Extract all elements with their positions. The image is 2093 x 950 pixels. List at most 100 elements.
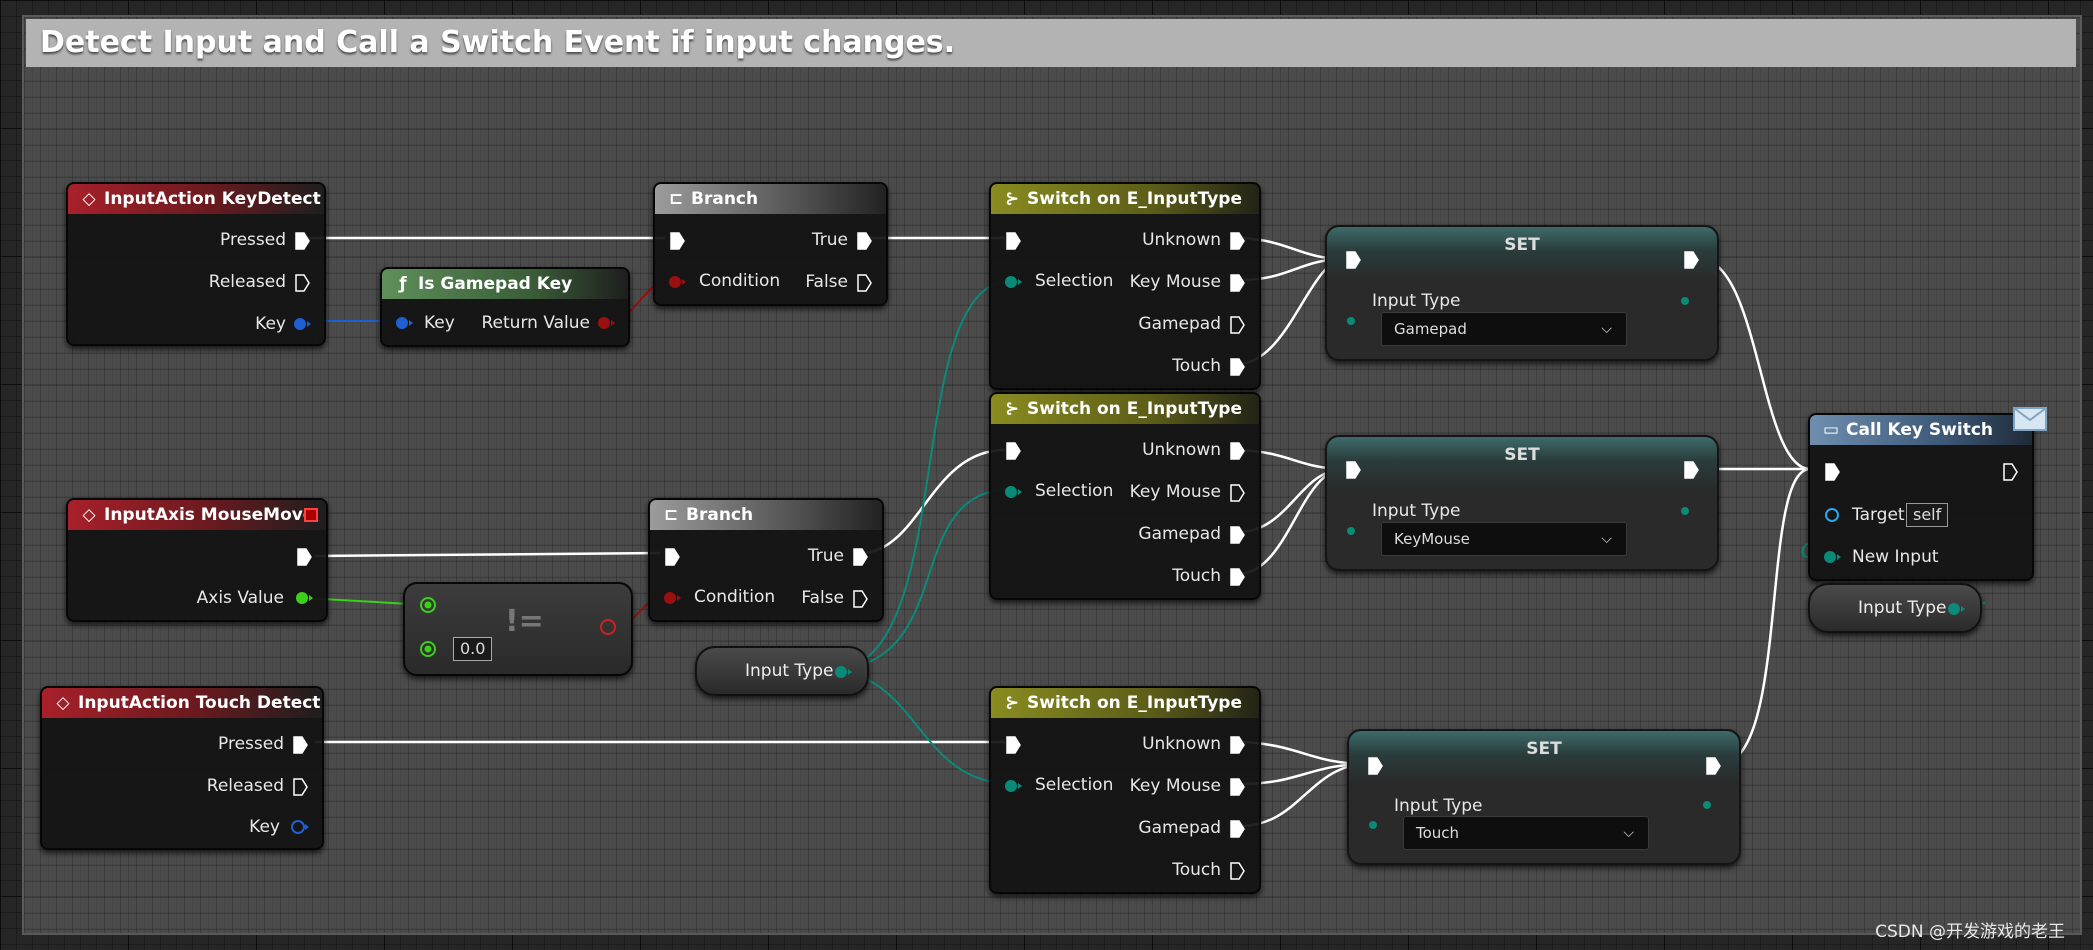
node-title: SET	[1504, 235, 1540, 255]
exec-out-pin-icon[interactable]	[1229, 274, 1245, 292]
exec-in-pin-icon[interactable]	[669, 232, 685, 250]
pin-label-pressed: Pressed	[220, 230, 286, 250]
bool-pin-icon[interactable]	[596, 315, 616, 331]
exec-out-pin-icon[interactable]	[856, 232, 872, 250]
struct-pin-icon[interactable]	[292, 316, 312, 332]
float-pin-icon[interactable]	[419, 596, 437, 614]
exec-in-pin-icon[interactable]	[1345, 251, 1361, 269]
node-title: SET	[1504, 445, 1540, 465]
exec-out-pin-icon[interactable]	[2002, 463, 2018, 481]
exec-out-pin-icon[interactable]	[1229, 484, 1245, 502]
pin-label-false: False	[805, 272, 848, 292]
chevron-down-icon: ⌵	[1601, 321, 1612, 337]
is-gamepad-key-node[interactable]: ƒ Is Gamepad Key Key Return Value	[380, 267, 630, 347]
float-pin-icon[interactable]	[419, 640, 437, 658]
exec-in-pin-icon[interactable]	[1005, 232, 1021, 250]
exec-out-pin-icon[interactable]	[1229, 820, 1245, 838]
pin-label-unknown: Unknown	[1142, 734, 1221, 754]
branch-node-1[interactable]: ⊏ Branch Condition True False	[653, 182, 888, 306]
exec-out-pin-icon[interactable]	[1229, 778, 1245, 796]
switch-on-input-type-node-2[interactable]: ⊱ Switch on E_InputType Selection Unknown…	[989, 392, 1261, 600]
exec-out-pin-icon[interactable]	[1229, 862, 1245, 880]
dropdown-value: Touch	[1416, 824, 1460, 842]
exec-out-pin-icon[interactable]	[1229, 232, 1245, 250]
input-action-touch-detect-node[interactable]: ◇ InputAction Touch Detect Pressed Releas…	[40, 686, 324, 850]
switch-on-input-type-node-3[interactable]: ⊱ Switch on E_InputType Selection Unknown…	[989, 686, 1261, 894]
enum-pin-icon[interactable]	[833, 664, 853, 680]
input-type-getter-node-2[interactable]: Input Type	[1808, 583, 1982, 633]
pin-label-gamepad: Gamepad	[1138, 314, 1221, 334]
exec-out-pin-icon[interactable]	[1229, 358, 1245, 376]
getter-label: Input Type	[1858, 598, 1947, 618]
exec-out-pin-icon[interactable]	[1229, 568, 1245, 586]
exec-out-pin-icon[interactable]	[852, 590, 868, 608]
exec-out-pin-icon[interactable]	[856, 274, 872, 292]
exec-out-pin-icon[interactable]	[1229, 736, 1245, 754]
set-input-type-node-1[interactable]: SET Input Type Gamepad ⌵	[1325, 225, 1719, 361]
pin-label-condition: Condition	[699, 271, 781, 291]
struct-pin-icon[interactable]	[394, 315, 414, 331]
event-diamond-icon: ◇	[56, 693, 70, 713]
node-title: InputAction Touch Detect	[78, 693, 321, 713]
input-axis-mouse-move-node[interactable]: ◇ InputAxis MouseMove Axis Value	[66, 498, 328, 622]
enum-pin-icon[interactable]	[1946, 601, 1966, 617]
exec-out-pin-icon[interactable]	[1683, 461, 1699, 479]
input-type-dropdown[interactable]: KeyMouse ⌵	[1381, 522, 1627, 556]
enum-pin-icon[interactable]	[1003, 484, 1023, 500]
enum-pin-icon[interactable]	[1003, 778, 1023, 794]
exec-out-pin-icon[interactable]	[294, 232, 310, 250]
exec-in-pin-icon[interactable]	[1824, 463, 1840, 481]
pin-label-released: Released	[206, 776, 284, 796]
struct-pin-icon[interactable]	[290, 819, 310, 835]
default-value-field[interactable]: 0.0	[453, 637, 493, 661]
exec-out-pin-icon[interactable]	[294, 274, 310, 292]
exec-out-pin-icon[interactable]	[296, 548, 312, 566]
set-input-type-node-2[interactable]: SET Input Type KeyMouse ⌵	[1325, 435, 1719, 571]
enum-pin-dot	[1681, 507, 1689, 515]
pin-label-pressed: Pressed	[218, 734, 284, 754]
input-type-getter-node[interactable]: Input Type	[695, 646, 869, 696]
set-input-type-node-3[interactable]: SET Input Type Touch ⌵	[1347, 729, 1741, 865]
function-icon: ƒ	[399, 274, 407, 294]
exec-in-pin-icon[interactable]	[1367, 757, 1383, 775]
enum-pin-dot	[1369, 821, 1377, 829]
input-action-key-detect-node[interactable]: ◇ InputAction KeyDetect Pressed Released …	[66, 182, 326, 346]
switch-on-input-type-node-1[interactable]: ⊱ Switch on E_InputType Selection Unknown…	[989, 182, 1261, 390]
node-title: InputAction KeyDetect	[104, 189, 321, 209]
node-title: SET	[1526, 739, 1562, 759]
enum-pin-icon[interactable]	[1822, 549, 1842, 565]
exec-out-pin-icon[interactable]	[1705, 757, 1721, 775]
float-pin-icon[interactable]	[294, 590, 314, 606]
bool-pin-icon[interactable]	[599, 618, 617, 636]
object-pin-icon[interactable]	[1824, 507, 1842, 523]
exec-out-pin-icon[interactable]	[292, 778, 308, 796]
input-type-dropdown[interactable]: Gamepad ⌵	[1381, 312, 1627, 346]
input-type-dropdown[interactable]: Touch ⌵	[1403, 816, 1649, 850]
pin-label-new-input: New Input	[1852, 547, 1939, 567]
not-equal-node[interactable]: 0.0 !=	[403, 582, 633, 676]
chevron-down-icon: ⌵	[1601, 531, 1612, 547]
exec-in-pin-icon[interactable]	[664, 548, 680, 566]
exec-in-pin-icon[interactable]	[1005, 736, 1021, 754]
exec-out-pin-icon[interactable]	[1229, 526, 1245, 544]
enum-pin-dot	[1347, 317, 1355, 325]
pin-label-key: Key	[255, 314, 286, 334]
exec-in-pin-icon[interactable]	[1005, 442, 1021, 460]
switch-icon: ⊱	[1004, 693, 1020, 713]
target-value-field[interactable]: self	[1906, 503, 1949, 527]
pin-label-key: Key	[249, 817, 280, 837]
bool-pin-icon[interactable]	[662, 590, 682, 606]
exec-out-pin-icon[interactable]	[1683, 251, 1699, 269]
node-title: InputAxis MouseMove	[104, 505, 315, 525]
bool-pin-icon[interactable]	[667, 274, 687, 290]
enum-pin-icon[interactable]	[1003, 274, 1023, 290]
exec-out-pin-icon[interactable]	[1229, 316, 1245, 334]
exec-in-pin-icon[interactable]	[1345, 461, 1361, 479]
call-key-switch-node[interactable]: ▭ Call Key Switch Target self New Input	[1808, 413, 2034, 581]
exec-out-pin-icon[interactable]	[292, 736, 308, 754]
node-title: Switch on E_InputType	[1027, 189, 1242, 209]
branch-node-2[interactable]: ⊏ Branch Condition True False	[648, 498, 884, 622]
exec-out-pin-icon[interactable]	[852, 548, 868, 566]
exec-out-pin-icon[interactable]	[1229, 442, 1245, 460]
getter-label: Input Type	[745, 661, 834, 681]
